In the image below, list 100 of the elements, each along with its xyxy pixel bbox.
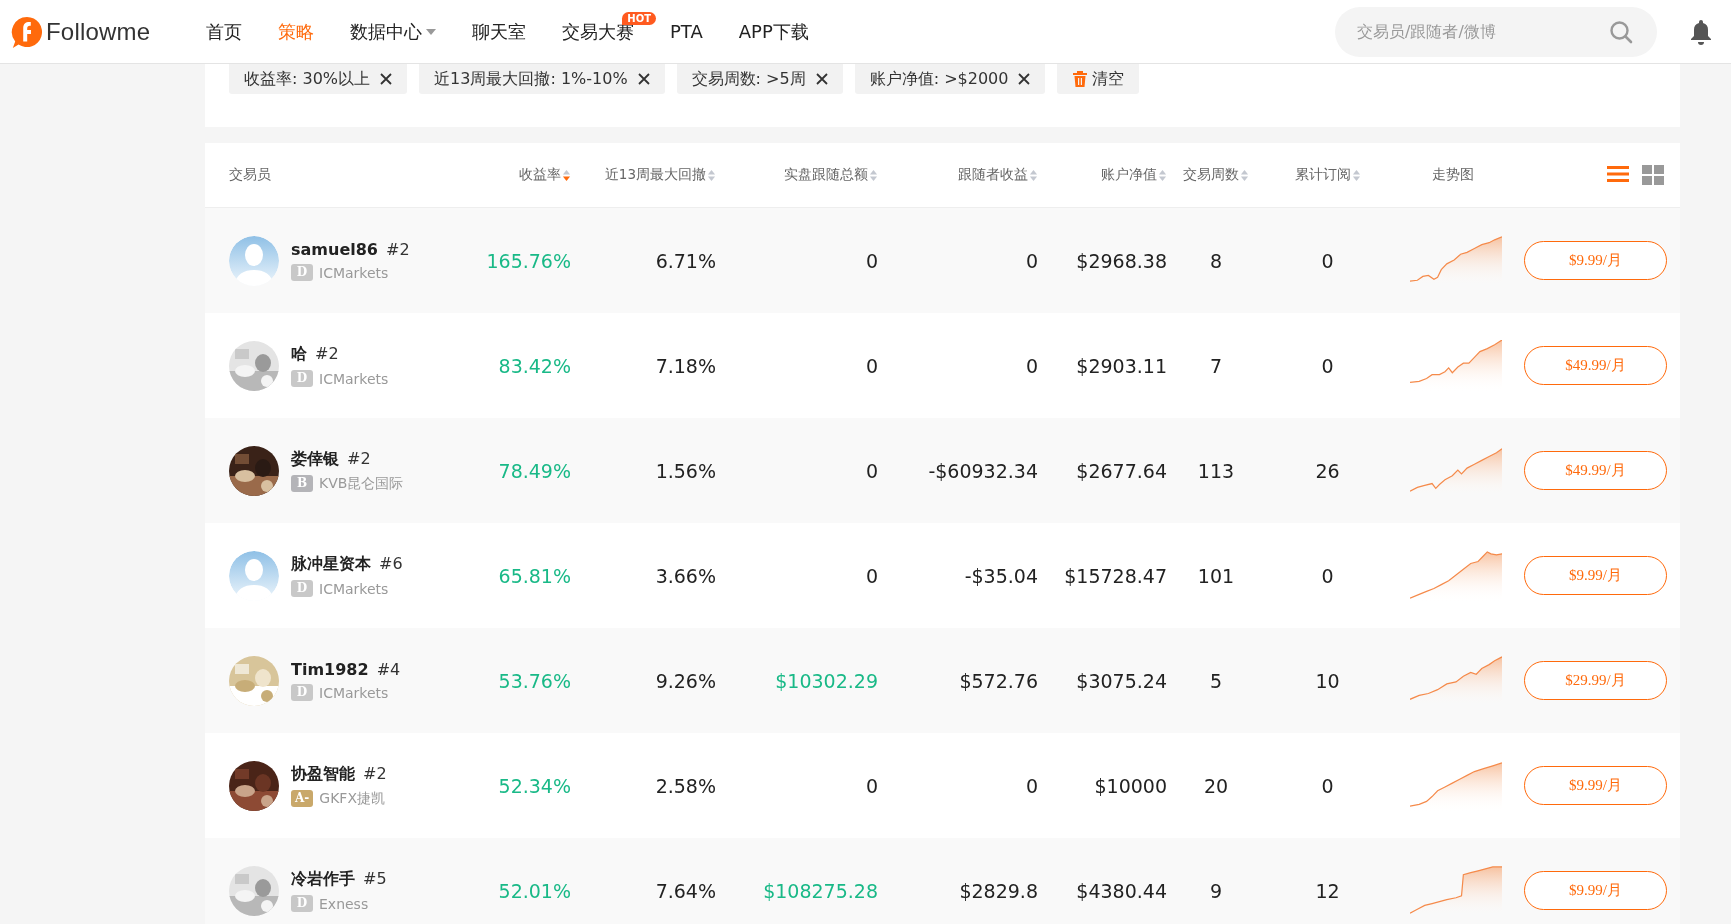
close-icon[interactable]: [380, 73, 393, 85]
broker-name: Exness: [319, 895, 369, 912]
bell-icon[interactable]: [1689, 18, 1713, 45]
table-cell: 53.76%: [498, 669, 571, 692]
table-cell: 0: [1025, 249, 1038, 272]
table-cell: 5: [1209, 669, 1223, 692]
nav-link[interactable]: APP下载: [738, 19, 809, 44]
table-cell: $2968.38: [1076, 249, 1167, 272]
close-icon[interactable]: [1018, 73, 1031, 85]
grade-badge: B: [291, 475, 313, 492]
column-header[interactable]: 收益率: [519, 166, 561, 184]
column-header[interactable]: 实盘跟随总额: [784, 166, 868, 184]
column-header[interactable]: 账户净值: [1101, 166, 1157, 184]
filter-chip[interactable]: 账户净值: >$2000: [854, 64, 1046, 94]
table-cell: 0: [865, 249, 878, 272]
broker-name: GKFX捷凯: [319, 789, 385, 808]
table-cell: -$35.04: [964, 564, 1038, 587]
column-header[interactable]: 累计订阅: [1294, 166, 1351, 184]
grid-view-icon[interactable]: [1642, 165, 1664, 185]
search-icon[interactable]: [1609, 19, 1633, 44]
sort-icon[interactable]: [1029, 168, 1038, 182]
close-icon[interactable]: [637, 73, 650, 85]
table-cell: 7.64%: [655, 879, 716, 902]
table-cell: $10000: [1094, 774, 1167, 797]
avatar-icon[interactable]: [229, 550, 279, 601]
table-cell: 2.58%: [655, 774, 716, 797]
table-cell: 65.81%: [498, 564, 571, 587]
table-cell: 6.71%: [655, 249, 716, 272]
table-cell: 9.26%: [655, 669, 716, 692]
table-cell: 52.34%: [498, 774, 571, 797]
table-cell: $572.76: [959, 669, 1038, 692]
table-cell: 9: [1209, 879, 1223, 902]
table-cell: 1.56%: [655, 459, 716, 482]
search-field[interactable]: 交易员/跟随者/微博: [1335, 6, 1657, 57]
nav-link[interactable]: PTA: [670, 21, 703, 42]
broker-name: KVB昆仑国际: [319, 474, 404, 493]
table-cell: $10302.29: [775, 669, 878, 692]
table-cell: 0: [1025, 354, 1038, 377]
broker-name: ICMarkets: [319, 370, 389, 387]
broker-name: ICMarkets: [319, 264, 389, 281]
list-view-icon[interactable]: [1607, 165, 1629, 183]
filter-chip[interactable]: 交易周数: >5周: [676, 64, 843, 94]
table-cell: 165.76%: [486, 249, 571, 272]
filter-chip[interactable]: 收益率: 30%以上: [229, 64, 408, 94]
table-cell: 0: [865, 459, 878, 482]
clear-button[interactable]: 清空: [1057, 64, 1140, 94]
table-cell: 0: [1321, 354, 1334, 377]
table-cell: 0: [865, 354, 878, 377]
sort-icon[interactable]: [707, 168, 716, 182]
trader-name[interactable]: 脉冲星资本 #6: [291, 554, 403, 575]
trader-name[interactable]: Tim1982 #4: [291, 660, 401, 679]
table-cell: $2903.11: [1076, 354, 1167, 377]
nav-link[interactable]: 聊天室: [472, 19, 526, 44]
sort-icon[interactable]: [1240, 168, 1249, 182]
sort-icon[interactable]: [562, 168, 571, 182]
broker-name: ICMarkets: [319, 580, 389, 597]
hot-badge: HOT: [622, 11, 656, 25]
table-cell: 7.18%: [655, 354, 716, 377]
table-cell: 113: [1197, 459, 1235, 482]
table-cell: $4380.44: [1076, 879, 1167, 902]
table-cell: $108275.28: [763, 879, 878, 902]
close-icon[interactable]: [815, 73, 828, 85]
table-cell: 8: [1209, 249, 1223, 272]
trader-name[interactable]: 协盈智能 #2: [291, 763, 387, 785]
trader-name[interactable]: 娄倖银 #2: [291, 448, 371, 470]
sort-icon[interactable]: [1351, 168, 1361, 182]
table-cell: 0: [1321, 564, 1334, 587]
table-cell: 12: [1315, 879, 1340, 902]
column-header[interactable]: 交易周数: [1183, 166, 1239, 184]
table-cell: 0: [865, 564, 878, 587]
table-cell: 52.01%: [498, 879, 571, 902]
table-cell: 83.42%: [498, 354, 571, 377]
filter-chip[interactable]: 近13周最大回撤: 1%-10%: [419, 64, 665, 94]
column-header[interactable]: 近13周最大回撤: [604, 166, 706, 184]
sort-icon[interactable]: [1158, 168, 1167, 182]
table-cell: 3.66%: [655, 564, 716, 587]
nav-link[interactable]: 首页: [206, 19, 242, 44]
table-cell: 0: [1321, 249, 1334, 272]
column-header: 交易员: [229, 166, 271, 184]
trader-name[interactable]: 冷岩作手 #5: [291, 869, 387, 890]
table-cell: $3075.24: [1076, 669, 1167, 692]
table-cell: 7: [1209, 354, 1223, 377]
table-cell: $2677.64: [1076, 459, 1167, 482]
sort-icon[interactable]: [869, 168, 878, 182]
nav-link[interactable]: 数据中心: [350, 19, 436, 44]
table-cell: -$60932.34: [928, 459, 1038, 482]
broker-name: ICMarkets: [319, 684, 389, 701]
table-cell: 20: [1203, 774, 1229, 797]
avatar-icon[interactable]: [229, 235, 279, 286]
column-header[interactable]: 跟随者收益: [958, 166, 1028, 184]
trash-icon: [1072, 70, 1089, 88]
logo-text[interactable]: Followme: [46, 17, 151, 46]
trader-name[interactable]: 哈 #2: [291, 344, 339, 365]
table-cell: 78.49%: [498, 459, 571, 482]
trader-name[interactable]: samuel86 #2: [291, 240, 410, 259]
table-cell: $15728.47: [1064, 564, 1167, 587]
table-cell: 0: [1025, 774, 1038, 797]
table-cell: 0: [865, 774, 878, 797]
table-cell: 101: [1197, 564, 1235, 587]
column-header: 走势图: [1431, 166, 1474, 184]
